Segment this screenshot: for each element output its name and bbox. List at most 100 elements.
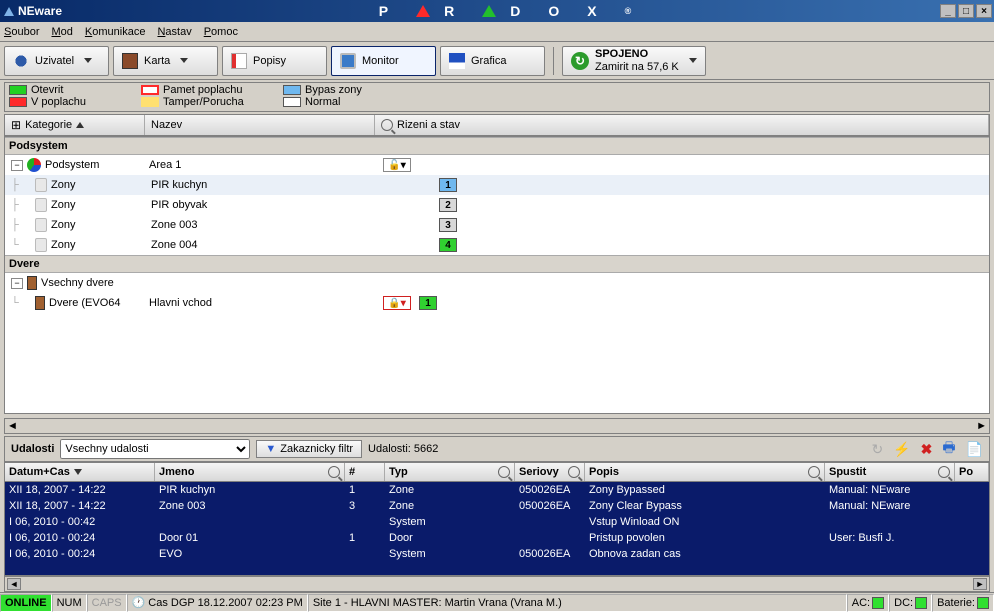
col-typ[interactable]: Typ: [385, 463, 515, 481]
maximize-button[interactable]: □: [958, 4, 974, 18]
tree-row-zone[interactable]: ├ Zony PIR kuchyn 1: [5, 175, 989, 195]
scroll-right-icon[interactable]: ►: [976, 420, 987, 432]
menu-mod[interactable]: Mod: [51, 26, 72, 38]
events-filter-select[interactable]: Vsechny udalosti: [60, 439, 250, 459]
door-lock-icon[interactable]: 🔒▾: [383, 296, 411, 310]
tree-row-area[interactable]: − Podsystem Area 1 🔓▾: [5, 155, 989, 175]
zone-badge: 4: [439, 238, 457, 252]
zone-cat: Zony: [51, 219, 147, 231]
event-row[interactable]: XII 18, 2007 - 14:22 PIR kuchyn 1 Zone 0…: [5, 482, 989, 498]
tree-column-header: ⊞ Kategorie Nazev Rizeni a stav: [4, 114, 990, 136]
grafica-button[interactable]: Grafica: [440, 46, 545, 76]
app-title: NEware: [18, 4, 62, 18]
ac-indicator-icon: [872, 597, 884, 609]
col-seriovy[interactable]: Seriovy: [515, 463, 585, 481]
collapse-icon[interactable]: −: [11, 278, 23, 289]
col-name[interactable]: Nazev: [145, 115, 375, 135]
search-icon: [328, 466, 340, 478]
brand-r: R: [444, 3, 468, 19]
dc-indicator-icon: [915, 597, 927, 609]
monitor-label: Monitor: [362, 55, 399, 67]
delete-icon[interactable]: ✖: [921, 441, 933, 458]
events-hscrollbar[interactable]: ◄ ►: [4, 576, 990, 592]
brand-triangle-red-icon: [416, 5, 430, 17]
tree-branch-icon: ├: [11, 179, 31, 191]
door-icon: [122, 53, 138, 69]
custom-filter-button[interactable]: ▼ Zakaznicky filtr: [256, 440, 362, 458]
col-category-label: Kategorie: [25, 119, 72, 131]
tree-branch-icon: └: [11, 297, 31, 309]
refresh-icon: ↻: [571, 52, 589, 70]
col-datetime[interactable]: Datum+Cas: [5, 463, 155, 481]
col-status[interactable]: Rizeni a stav: [375, 115, 989, 135]
event-row[interactable]: I 06, 2010 - 00:42 System Vstup Winload …: [5, 514, 989, 530]
tree-door1-name: Hlavni vchod: [149, 297, 379, 309]
filter-label: Zakaznicky filtr: [280, 443, 353, 455]
status-clock-text: Cas DGP 18.12.2007 02:23 PM: [148, 597, 303, 609]
conn-status-label: SPOJENO: [595, 48, 679, 60]
legend-tamper: Tamper/Porucha: [163, 96, 244, 108]
tree-panel: Podsystem − Podsystem Area 1 🔓▾ ├ Zony P…: [4, 136, 990, 414]
bolt-icon[interactable]: ⚡: [893, 441, 910, 458]
zone-cat: Zony: [51, 199, 147, 211]
brand-logo: P R D O X ®: [70, 3, 940, 19]
legend-normal-swatch: [283, 97, 301, 107]
clock-icon: 🕐: [132, 596, 146, 609]
scroll-left-icon[interactable]: ◄: [7, 578, 21, 590]
tree-row-zone[interactable]: ├ Zony PIR obyvak 2: [5, 195, 989, 215]
labels-button[interactable]: Popisy: [222, 46, 327, 76]
app-icon: [4, 7, 14, 16]
menu-soubor[interactable]: Soubor: [4, 26, 39, 38]
door-icon: [27, 276, 37, 290]
menu-pomoc[interactable]: Pomoc: [204, 26, 238, 38]
scroll-left-icon[interactable]: ◄: [7, 420, 18, 432]
grafica-icon: [449, 53, 465, 69]
close-button[interactable]: ×: [976, 4, 992, 18]
status-battery: Baterie:: [932, 594, 994, 612]
user-label: Uzivatel: [35, 55, 74, 67]
legend-alarm: V poplachu: [31, 96, 86, 108]
status-clock: 🕐 Cas DGP 18.12.2007 02:23 PM: [127, 594, 308, 612]
door-icon: [35, 296, 45, 310]
refresh-icon[interactable]: ↻: [871, 441, 883, 458]
pie-icon: [27, 158, 41, 172]
event-row[interactable]: I 06, 2010 - 00:24 EVO System 050026EA O…: [5, 546, 989, 562]
window-controls: _ □ ×: [940, 4, 992, 18]
area-status-icon[interactable]: 🔓▾: [383, 158, 411, 172]
collapse-icon[interactable]: −: [11, 160, 23, 171]
col-num[interactable]: #: [345, 463, 385, 481]
tree-row-alldoors[interactable]: − Vsechny dvere: [5, 273, 989, 293]
tree-row-zone[interactable]: └ Zony Zone 004 4: [5, 235, 989, 255]
event-row[interactable]: I 06, 2010 - 00:24 Door 01 1 Door Pristu…: [5, 530, 989, 546]
minimize-button[interactable]: _: [940, 4, 956, 18]
col-jmeno[interactable]: Jmeno: [155, 463, 345, 481]
print-icon[interactable]: 🖶: [942, 437, 955, 461]
col-spustit[interactable]: Spustit: [825, 463, 955, 481]
col-popis[interactable]: Popis: [585, 463, 825, 481]
card-label: Karta: [144, 55, 170, 67]
monitor-button[interactable]: Monitor: [331, 46, 436, 76]
card-button[interactable]: Karta: [113, 46, 218, 76]
zone-badge: 2: [439, 198, 457, 212]
zone-name: PIR kuchyn: [151, 179, 381, 191]
scroll-right-icon[interactable]: ►: [973, 578, 987, 590]
main-toolbar: Uzivatel Karta Popisy Monitor Grafica ↻ …: [0, 42, 994, 80]
tree-row-zone[interactable]: ├ Zony Zone 003 3: [5, 215, 989, 235]
section-podsystem: Podsystem: [5, 137, 989, 155]
col-po[interactable]: Po: [955, 463, 989, 481]
tree-hscrollbar[interactable]: ◄ ►: [4, 418, 990, 434]
export-icon[interactable]: 📄: [966, 441, 983, 458]
connection-status-button[interactable]: ↻ SPOJENO Zamirit na 57,6 K: [562, 46, 706, 76]
status-num: NUM: [52, 594, 87, 612]
tree-area-label: Area 1: [149, 159, 379, 171]
user-button[interactable]: Uzivatel: [4, 46, 109, 76]
zone-name: Zone 004: [151, 239, 381, 251]
menu-nastav[interactable]: Nastav: [157, 26, 191, 38]
search-icon: [498, 466, 510, 478]
col-category[interactable]: ⊞ Kategorie: [5, 115, 145, 135]
status-site: Site 1 - HLAVNI MASTER: Martin Vrana (Vr…: [308, 594, 847, 612]
event-row[interactable]: XII 18, 2007 - 14:22 Zone 003 3 Zone 050…: [5, 498, 989, 514]
status-bar: ONLINE NUM CAPS 🕐 Cas DGP 18.12.2007 02:…: [0, 592, 994, 612]
menu-komunikace[interactable]: Komunikace: [85, 26, 146, 38]
tree-row-door1[interactable]: └ Dvere (EVO64 Hlavni vchod 🔒▾ 1: [5, 293, 989, 313]
